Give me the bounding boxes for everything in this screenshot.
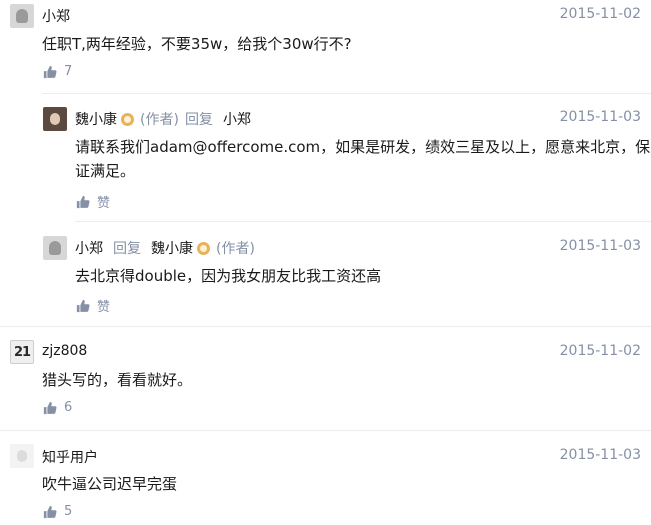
avatar[interactable] <box>43 107 67 131</box>
avatar[interactable] <box>43 236 67 260</box>
author-tag: (作者) <box>216 241 255 257</box>
divider <box>0 326 651 327</box>
comment-date: 2015-11-03 <box>559 447 641 463</box>
comment-date: 2015-11-03 <box>559 109 641 125</box>
author-tag: (作者) <box>140 112 179 128</box>
like-button[interactable]: 赞 <box>76 192 110 211</box>
divider <box>0 430 651 431</box>
comment-text: 去北京得double，因为我女朋友比我工资还高 <box>75 267 382 285</box>
author-name[interactable]: 魏小康 <box>75 109 117 129</box>
author-name[interactable]: 小郑 <box>42 6 70 26</box>
like-button[interactable]: 7 <box>43 64 72 79</box>
comment-date: 2015-11-02 <box>559 6 641 22</box>
like-count: 7 <box>64 64 73 79</box>
avatar[interactable] <box>10 444 34 468</box>
thumbs-up-icon <box>76 299 90 312</box>
comment-text-line: 证满足。 <box>75 162 136 180</box>
comment-date: 2015-11-03 <box>559 238 641 254</box>
like-button[interactable]: 6 <box>43 400 72 415</box>
like-button[interactable]: 5 <box>43 504 72 519</box>
thumbs-up-icon <box>76 195 90 208</box>
comment-text-line: 请联系我们adam@offercome.com，如果是研发，绩效三星及以上，愿意… <box>75 138 651 156</box>
author-name[interactable]: 知乎用户 <box>42 447 98 467</box>
avatar[interactable]: 21 <box>10 340 34 364</box>
like-label: 赞 <box>97 300 111 315</box>
thumbs-up-icon <box>43 505 57 518</box>
reply-word: 回复 <box>184 112 213 128</box>
author-badge-icon <box>197 241 210 255</box>
avatar[interactable] <box>10 4 34 28</box>
divider <box>42 93 651 94</box>
author-name[interactable]: 小郑 <box>75 238 103 258</box>
avatar-text: 21 <box>13 344 31 360</box>
reply-word: 回复 <box>113 241 141 257</box>
author-name[interactable]: zjz808 <box>42 343 87 359</box>
comment-text: 任职T,两年经验，不要35w，给我个30w行不? <box>42 35 352 53</box>
thumbs-up-icon <box>43 65 57 78</box>
thumbs-up-icon <box>43 401 57 414</box>
like-count: 6 <box>64 400 73 415</box>
divider <box>75 221 651 222</box>
reply-to-name[interactable]: 小郑 <box>223 109 251 129</box>
comment-text: 吹牛逼公司迟早完蛋 <box>42 475 178 493</box>
like-button[interactable]: 赞 <box>76 296 110 315</box>
like-label: 赞 <box>97 196 111 211</box>
comment-text: 猎头写的，看看就好。 <box>42 371 193 389</box>
reply-to-name[interactable]: 魏小康 <box>151 238 193 258</box>
like-count: 5 <box>64 504 73 519</box>
comment-date: 2015-11-02 <box>559 343 641 359</box>
author-badge-icon <box>121 112 134 126</box>
